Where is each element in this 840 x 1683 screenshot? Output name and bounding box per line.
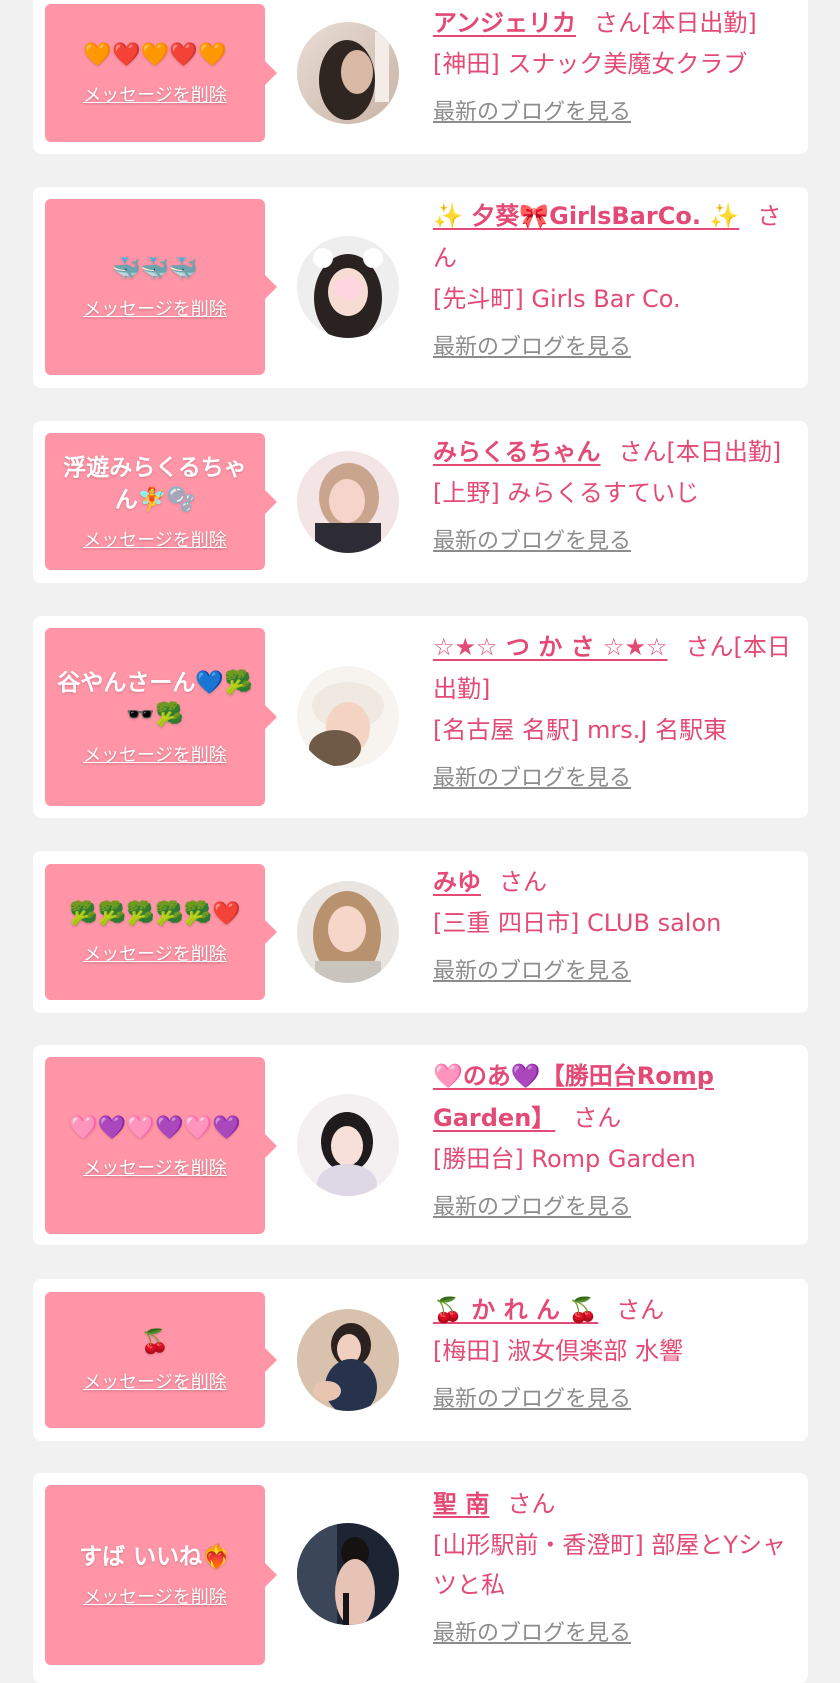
view-blog-link[interactable]: 最新のブログを見る: [433, 1385, 631, 1415]
message-text: すば いいね❤️‍🔥: [79, 1544, 231, 1570]
cast-name-link[interactable]: ✨ 夕葵🎀GirlsBarCo. ✨: [433, 202, 739, 230]
message-card: すば いいね❤️‍🔥 メッセージを削除 聖 南さん [山形駅前・香澄町] 部屋と…: [33, 1473, 808, 1683]
avatar[interactable]: [297, 236, 399, 338]
message-card: 浮遊みらくるちゃん🧚🫧 メッセージを削除 みらくるちゃん さん[本日出勤] [上野…: [33, 421, 808, 583]
cast-info: みゆ さん [三重 四日市] CLUB salon 最新のブログを見る: [433, 861, 798, 987]
avatar[interactable]: [297, 1523, 399, 1625]
avatar[interactable]: [297, 666, 399, 768]
shop-label: [三重 四日市] CLUB salon: [433, 909, 722, 937]
cast-info: アンジェリカ さん[本日出勤] [神田] スナック美魔女クラブ 最新のブログを見る: [433, 2, 798, 128]
cast-suffix: さん: [507, 1490, 556, 1518]
cast-info: 🩷のあ💜【勝田台Romp Garden】 さん [勝田台] Romp Garden…: [433, 1055, 798, 1223]
delete-message-button[interactable]: メッセージを削除: [83, 1154, 227, 1180]
cast-suffix: さん[本日出勤]: [618, 438, 782, 466]
message-card: 🥦🥦🥦🥦🥦❤️ メッセージを削除 みゆ さん [三重 四日市] CLUB salo…: [33, 851, 808, 1013]
cast-info: 聖 南さん [山形駅前・香澄町] 部屋とYシャツと私 最新のブログを見る: [433, 1483, 798, 1649]
message-bubble: 🐳🐳🐳 メッセージを削除: [45, 199, 277, 375]
message-bubble: 🍒 メッセージを削除: [45, 1292, 277, 1428]
message-text: 浮遊みらくるちゃん🧚🫧: [63, 454, 247, 513]
message-text: 🐳🐳🐳: [112, 256, 198, 282]
cast-name-link[interactable]: ☆★☆ つ か さ ☆★☆: [433, 633, 668, 661]
message-bubble: 🥦🥦🥦🥦🥦❤️ メッセージを削除: [45, 864, 277, 1000]
view-blog-link[interactable]: 最新のブログを見る: [433, 957, 631, 987]
shop-label: [神田] スナック美魔女クラブ: [433, 50, 748, 78]
shop-label: [山形駅前・香澄町] 部屋とYシャツと私: [433, 1531, 787, 1599]
view-blog-link[interactable]: 最新のブログを見る: [433, 1193, 631, 1223]
cast-suffix: さん: [573, 1104, 622, 1132]
message-card: 🍒 メッセージを削除 🍒 か れ ん 🍒 さん [梅田] 淑女倶楽部 水響 最新の…: [33, 1279, 808, 1441]
shop-label: [勝田台] Romp Garden: [433, 1145, 696, 1173]
message-text: 🩷💜🩷💜🩷💜: [69, 1114, 241, 1141]
delete-message-button[interactable]: メッセージを削除: [83, 81, 227, 107]
shop-label: [梅田] 淑女倶楽部 水響: [433, 1337, 683, 1365]
cast-name-link[interactable]: みらくるちゃん: [433, 438, 601, 466]
shop-label: [先斗町] Girls Bar Co.: [433, 285, 681, 313]
message-bubble: 浮遊みらくるちゃん🧚🫧 メッセージを削除: [45, 433, 277, 570]
cast-info: 🍒 か れ ん 🍒 さん [梅田] 淑女倶楽部 水響 最新のブログを見る: [433, 1289, 798, 1415]
cast-name-link[interactable]: 🍒 か れ ん 🍒: [433, 1296, 598, 1324]
avatar[interactable]: [297, 881, 399, 983]
cast-name-link[interactable]: みゆ: [433, 868, 481, 896]
message-bubble: 谷やんさーん💙🥦🕶️🥦 メッセージを削除: [45, 628, 277, 806]
cast-suffix: さん[本日出勤]: [594, 9, 757, 37]
message-text: 🍒: [140, 1329, 170, 1355]
view-blog-link[interactable]: 最新のブログを見る: [433, 527, 631, 557]
message-list: 🧡❤️🧡❤️🧡 メッセージを削除 アンジェリカ さん[本日出勤] [神田] スナッ…: [0, 0, 840, 1683]
message-text: 谷やんさーん💙🥦🕶️🥦: [57, 670, 253, 728]
cast-info: ☆★☆ つ か さ ☆★☆ さん[本日出勤] [名古屋 名駅] mrs.J 名駅東…: [433, 626, 798, 794]
shop-label: [上野] みらくるすていじ: [433, 479, 700, 507]
message-text: 🥦🥦🥦🥦🥦❤️: [69, 901, 241, 927]
message-card: 🐳🐳🐳 メッセージを削除 ✨ 夕葵🎀GirlsBarCo. ✨ さん [先斗町] …: [33, 187, 808, 388]
avatar[interactable]: [297, 22, 399, 124]
cast-info: みらくるちゃん さん[本日出勤] [上野] みらくるすていじ 最新のブログを見る: [433, 431, 798, 557]
avatar[interactable]: [297, 1309, 399, 1411]
delete-message-button[interactable]: メッセージを削除: [83, 1583, 227, 1609]
cast-suffix: さん: [499, 868, 547, 896]
view-blog-link[interactable]: 最新のブログを見る: [433, 333, 631, 363]
avatar[interactable]: [297, 451, 399, 553]
cast-name-link[interactable]: アンジェリカ: [433, 9, 576, 37]
message-card: 谷やんさーん💙🥦🕶️🥦 メッセージを削除 ☆★☆ つ か さ ☆★☆ さん[本日出…: [33, 616, 808, 818]
shop-label: [名古屋 名駅] mrs.J 名駅東: [433, 716, 728, 744]
cast-info: ✨ 夕葵🎀GirlsBarCo. ✨ さん [先斗町] Girls Bar Co.…: [433, 195, 798, 363]
message-card: 🩷💜🩷💜🩷💜 メッセージを削除 🩷のあ💜【勝田台Romp Garden】 さん […: [33, 1045, 808, 1245]
cast-suffix: さん: [616, 1296, 665, 1324]
view-blog-link[interactable]: 最新のブログを見る: [433, 1619, 631, 1649]
view-blog-link[interactable]: 最新のブログを見る: [433, 764, 631, 794]
message-bubble: 🩷💜🩷💜🩷💜 メッセージを削除: [45, 1057, 277, 1234]
message-text: 🧡❤️🧡❤️🧡: [83, 42, 227, 68]
delete-message-button[interactable]: メッセージを削除: [83, 526, 227, 552]
delete-message-button[interactable]: メッセージを削除: [83, 940, 227, 966]
avatar[interactable]: [297, 1094, 399, 1196]
message-bubble: すば いいね❤️‍🔥 メッセージを削除: [45, 1485, 277, 1665]
message-bubble: 🧡❤️🧡❤️🧡 メッセージを削除: [45, 4, 277, 142]
delete-message-button[interactable]: メッセージを削除: [83, 741, 227, 767]
delete-message-button[interactable]: メッセージを削除: [83, 295, 227, 321]
delete-message-button[interactable]: メッセージを削除: [83, 1368, 227, 1394]
view-blog-link[interactable]: 最新のブログを見る: [433, 98, 631, 128]
cast-name-link[interactable]: 聖 南: [433, 1490, 489, 1518]
message-card: 🧡❤️🧡❤️🧡 メッセージを削除 アンジェリカ さん[本日出勤] [神田] スナッ…: [33, 0, 808, 154]
